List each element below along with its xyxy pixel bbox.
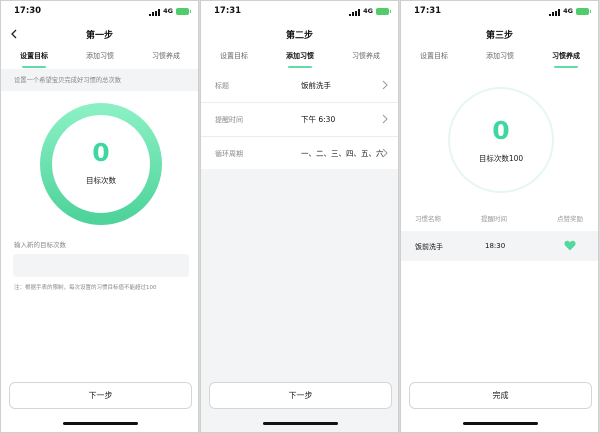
- habit-name: 饭前洗手: [415, 243, 443, 251]
- tab-add-habit[interactable]: 添加习惯: [67, 51, 133, 61]
- page-title: 第一步: [85, 31, 113, 41]
- screen-step-1: 17:30 4G 第一步 设置目标 添加习惯 习惯养成 设置一个希望宝贝完成好习…: [0, 0, 199, 433]
- tab-add-habit[interactable]: 添加习惯: [267, 51, 333, 68]
- tab-habit-forming[interactable]: 习惯养成: [533, 51, 598, 68]
- battery-icon: [576, 8, 591, 15]
- heart-icon[interactable]: [564, 240, 576, 251]
- chevron-right-icon: [382, 148, 388, 158]
- field-row-reminder-time[interactable]: 提醒时间 下午 6:30: [201, 103, 398, 137]
- step-tabs: 设置目标 添加习惯 习惯养成: [201, 51, 398, 69]
- battery-icon: [176, 8, 191, 15]
- field-row-repeat-cycle[interactable]: 循环周期 一、二、三、四、五、六: [201, 137, 398, 171]
- network-label: 4G: [163, 7, 173, 15]
- step-tabs: 设置目标 添加习惯 习惯养成: [1, 51, 198, 69]
- hint-banner: 设置一个希望宝贝完成好习惯的总次数: [1, 69, 198, 91]
- home-indicator: [263, 422, 338, 425]
- input-label: 输入新的目标次数: [14, 241, 66, 249]
- next-step-button[interactable]: 下一步: [209, 382, 392, 409]
- signal-icon: [149, 9, 160, 16]
- tab-set-goal[interactable]: 设置目标: [201, 51, 267, 61]
- home-indicator: [463, 422, 538, 425]
- network-label: 4G: [363, 7, 373, 15]
- field-key: 标题: [215, 82, 229, 90]
- target-count-input[interactable]: [13, 254, 189, 277]
- field-key: 循环周期: [215, 150, 243, 158]
- count-value: 0: [492, 116, 510, 145]
- count-label: 目标次数100: [478, 154, 524, 163]
- field-value: 饭前洗手: [301, 81, 331, 90]
- chevron-right-icon: [382, 114, 388, 124]
- tab-set-goal[interactable]: 设置目标: [401, 51, 467, 61]
- field-value: 下午 6:30: [301, 115, 336, 124]
- battery-icon: [376, 8, 391, 15]
- column-header-name: 习惯名称: [415, 215, 441, 223]
- finish-button[interactable]: 完成: [409, 382, 592, 409]
- screen-step-3: 17:31 4G 第三步 设置目标 添加习惯 习惯养成 0 目标次数100 习惯…: [400, 0, 599, 433]
- page-title: 第二步: [285, 31, 313, 41]
- home-indicator: [63, 422, 138, 425]
- field-row-title[interactable]: 标题 饭前洗手: [201, 69, 398, 103]
- signal-icon: [349, 9, 360, 16]
- screen-step-2: 17:31 4G 第二步 设置目标 添加习惯 习惯养成 标题 饭前洗手 提醒时间…: [200, 0, 399, 433]
- field-key: 提醒时间: [215, 116, 243, 124]
- network-label: 4G: [563, 7, 573, 15]
- tab-habit-forming[interactable]: 习惯养成: [333, 51, 398, 61]
- tab-habit-forming[interactable]: 习惯养成: [133, 51, 198, 61]
- target-ring: 0 目标次数: [39, 102, 163, 226]
- status-bar: 17:31 4G: [401, 6, 598, 20]
- next-step-button[interactable]: 下一步: [9, 382, 192, 409]
- hint-text: 设置一个希望宝贝完成好习惯的总次数: [14, 77, 122, 84]
- target-count-value: 0: [92, 138, 110, 167]
- status-bar: 17:30 4G: [1, 6, 198, 20]
- column-header-time: 提醒时间: [481, 215, 507, 223]
- page-title: 第三步: [485, 31, 513, 41]
- tab-add-habit[interactable]: 添加习惯: [467, 51, 533, 61]
- tab-set-goal[interactable]: 设置目标: [1, 51, 67, 68]
- limit-note: 注：根据手表的限制，每次设置的习惯目标值不能超过100: [14, 285, 157, 291]
- habit-time: 18:30: [485, 242, 506, 250]
- column-header-reward: 点赞奖励: [557, 215, 583, 223]
- status-time: 17:30: [14, 6, 42, 16]
- status-time: 17:31: [414, 6, 442, 16]
- step-tabs: 设置目标 添加习惯 习惯养成: [401, 51, 598, 69]
- status-time: 17:31: [214, 6, 242, 16]
- target-count-label: 目标次数: [86, 176, 116, 185]
- field-value: 一、二、三、四、五、六: [301, 149, 384, 158]
- count-ring: 0 目标次数100: [446, 85, 556, 195]
- signal-icon: [549, 9, 560, 16]
- status-bar: 17:31 4G: [201, 6, 398, 20]
- chevron-right-icon: [382, 80, 388, 90]
